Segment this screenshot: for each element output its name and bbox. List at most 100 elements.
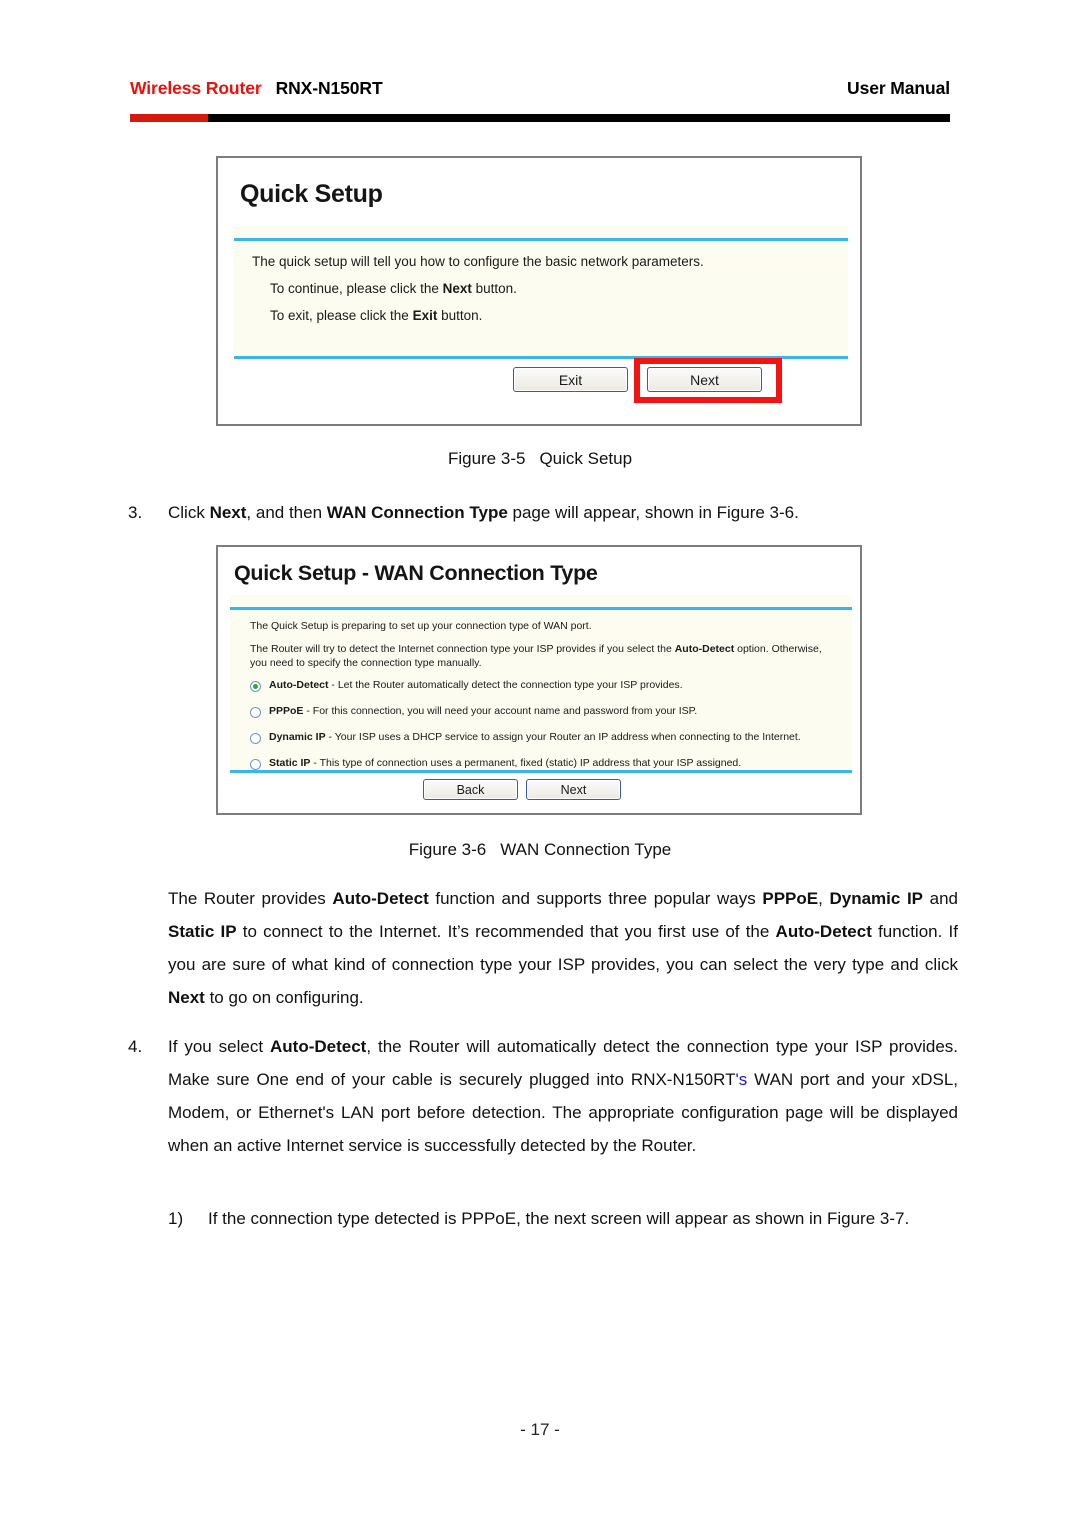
para1-b3: Dynamic IP — [829, 889, 924, 908]
radio-sep-dynamic-ip: - — [325, 731, 335, 743]
paragraph-auto-detect-overview: The Router provides Auto-Detect function… — [168, 882, 958, 1014]
wan-type-radio-group: Auto-Detect - Let the Router automatical… — [250, 679, 840, 770]
substep-1-text: If the connection type detected is PPPoE… — [208, 1209, 910, 1228]
substep-1-item: 1) If the connection type detected is PP… — [168, 1202, 958, 1235]
quick-setup-footer: Exit Next — [234, 356, 848, 408]
header-model: RNX-N150RT — [275, 78, 383, 98]
radio-desc-pppoe: For this connection, you will need your … — [312, 705, 698, 717]
radio-icon-static-ip[interactable] — [250, 759, 261, 770]
para1-t7: to go on configuring. — [204, 988, 364, 1007]
radio-sep-auto-detect: - — [328, 679, 338, 691]
header-rule-black — [130, 114, 950, 122]
caption-3-6-text: WAN Connection Type — [500, 840, 672, 859]
step-4-number: 4. — [128, 1037, 143, 1056]
caption-figure-3-5: Figure 3-5 Quick Setup — [0, 449, 1080, 469]
quick-setup-instructions: The quick setup will tell you how to con… — [252, 254, 832, 335]
para1-b5: Auto-Detect — [775, 922, 872, 941]
para1-t5: to connect to the Internet. It’s recomme… — [236, 922, 776, 941]
radio-option-static-ip[interactable]: Static IP - This type of connection uses… — [250, 757, 840, 770]
quick-setup-line-1: The quick setup will tell you how to con… — [252, 254, 704, 269]
quick-setup-line-3-bold: Exit — [412, 308, 438, 323]
quick-setup-line-3-pre: To exit, please click the — [270, 308, 413, 323]
radio-label-auto-detect: Auto-Detect - Let the Router automatical… — [269, 679, 683, 692]
radio-icon-pppoe[interactable] — [250, 707, 261, 718]
step-4-text: If you select Auto-Detect, the Router wi… — [168, 1030, 958, 1162]
para1-b4: Static IP — [168, 922, 237, 941]
wan-type-footer: Back Next — [230, 770, 852, 815]
wan-type-top-divider — [230, 607, 852, 610]
radio-icon-dynamic-ip[interactable] — [250, 733, 261, 744]
quick-setup-line-2-bold: Next — [442, 281, 472, 296]
wan-type-bottom-divider — [230, 770, 852, 773]
caption-figure-3-6: Figure 3-6 WAN Connection Type — [0, 840, 1080, 860]
wan-type-intro-1: The Quick Setup is preparing to set up y… — [250, 620, 592, 632]
radio-sep-pppoe: - — [303, 705, 313, 717]
step-3-item: 3. Click Next, and then WAN Connection T… — [128, 496, 958, 529]
radio-option-dynamic-ip[interactable]: Dynamic IP - Your ISP uses a DHCP servic… — [250, 731, 840, 744]
step-4-item: 4. If you select Auto-Detect, the Router… — [128, 1030, 958, 1162]
quick-setup-line-2-post: button. — [471, 281, 517, 296]
radio-desc-auto-detect: Let the Router automatically detect the … — [337, 679, 683, 691]
page-running-header: Wireless Router RNX-N150RT User Manual — [130, 78, 950, 124]
quick-setup-page-title: Quick Setup — [240, 180, 383, 208]
wan-type-intro-2-bold: Auto-Detect — [674, 643, 735, 655]
para1-b1: Auto-Detect — [332, 889, 429, 908]
radio-label-pppoe: PPPoE - For this connection, you will ne… — [269, 705, 697, 718]
step-3-t2: , and then — [246, 503, 327, 522]
step-3-b1: Next — [209, 503, 247, 522]
quick-setup-top-divider — [234, 238, 848, 241]
caption-3-5-label: Figure 3-5 — [447, 449, 526, 468]
quick-setup-bottom-divider — [234, 356, 848, 359]
para1-b2: PPPoE — [762, 889, 819, 908]
radio-label-static-ip: Static IP - This type of connection uses… — [269, 757, 741, 770]
caption-3-5-text: Quick Setup — [539, 449, 633, 468]
figure-wan-connection-type-screenshot: Quick Setup - WAN Connection Type The Qu… — [216, 545, 862, 815]
radio-option-pppoe[interactable]: PPPoE - For this connection, you will ne… — [250, 705, 840, 718]
step-3-t3: page will appear, shown in Figure 3-6. — [507, 503, 799, 522]
radio-option-auto-detect[interactable]: Auto-Detect - Let the Router automatical… — [250, 679, 840, 692]
exit-button[interactable]: Exit — [513, 367, 628, 392]
header-rule-red — [130, 114, 208, 122]
wan-type-page-title: Quick Setup - WAN Connection Type — [234, 561, 598, 585]
substep-1-number: 1) — [168, 1209, 184, 1228]
step-4-blue-possessive: 's — [735, 1070, 748, 1089]
page-number-footer: - 17 - — [520, 1420, 560, 1439]
radio-icon-auto-detect[interactable] — [250, 681, 261, 692]
radio-label-auto-detect-bold: Auto-Detect — [269, 679, 329, 691]
step-4-b1: Auto-Detect — [270, 1037, 367, 1056]
step-3-number: 3. — [128, 503, 143, 522]
caption-3-6-label: Figure 3-6 — [408, 840, 487, 859]
figure-quick-setup-screenshot: Quick Setup The quick setup will tell yo… — [216, 156, 862, 426]
wan-type-content: The Quick Setup is preparing to set up y… — [250, 619, 840, 783]
radio-label-dynamic-ip: Dynamic IP - Your ISP uses a DHCP servic… — [269, 731, 801, 744]
radio-label-pppoe-bold: PPPoE — [269, 705, 304, 717]
wan-type-intro-2-pre: The Router will try to detect the Intern… — [250, 643, 675, 655]
header-left-group: Wireless Router RNX-N150RT — [130, 78, 383, 99]
quick-setup-line-3-post: button. — [437, 308, 483, 323]
quick-setup-line-3: To exit, please click the Exit button. — [270, 308, 832, 323]
radio-desc-dynamic-ip: Your ISP uses a DHCP service to assign y… — [334, 731, 801, 743]
radio-label-dynamic-ip-bold: Dynamic IP — [269, 731, 326, 743]
para1-t4: and — [923, 889, 958, 908]
wan-type-next-button[interactable]: Next — [526, 779, 621, 800]
next-button[interactable]: Next — [647, 367, 762, 392]
quick-setup-line-2: To continue, please click the Next butto… — [270, 281, 832, 296]
para1-t2: function and supports three popular ways — [428, 889, 763, 908]
step-3-t1: Click — [168, 503, 210, 522]
radio-sep-static-ip: - — [310, 757, 320, 769]
para1-t1: The Router provides — [168, 889, 333, 908]
step-4-t1: If you select — [168, 1037, 270, 1056]
radio-desc-static-ip: This type of connection uses a permanent… — [319, 757, 742, 769]
header-row: Wireless Router RNX-N150RT User Manual — [130, 78, 950, 108]
back-button[interactable]: Back — [423, 779, 518, 800]
para1-t3: , — [818, 889, 830, 908]
header-doc-type: User Manual — [847, 78, 950, 98]
radio-label-static-ip-bold: Static IP — [269, 757, 311, 769]
quick-setup-line-2-pre: To continue, please click the — [270, 281, 443, 296]
wan-type-intro-2: The Router will try to detect the Intern… — [250, 642, 840, 670]
para1-b6: Next — [168, 988, 205, 1007]
step-3-b2: WAN Connection Type — [326, 503, 508, 522]
header-brand: Wireless Router — [130, 78, 262, 98]
step-3-text: Click Next, and then WAN Connection Type… — [168, 496, 958, 529]
quick-setup-body-panel: The quick setup will tell you how to con… — [234, 226, 848, 356]
